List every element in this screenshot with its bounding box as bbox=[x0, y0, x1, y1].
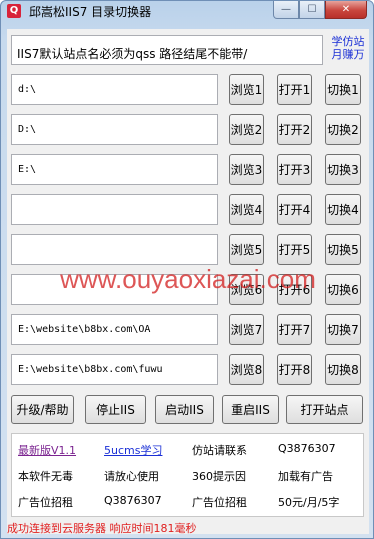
switch-button-7[interactable]: 切换7 bbox=[325, 314, 361, 345]
title-bar[interactable]: Q 邱嵩松IIS7 目录切换器 — ☐ ✕ bbox=[1, 1, 373, 21]
info-text: 50元/月/5字 bbox=[278, 496, 340, 509]
ucms-learn-link[interactable]: 5ucms学习 bbox=[104, 442, 162, 458]
stop-iis-button[interactable]: 停止IIS bbox=[85, 395, 146, 424]
app-window: Q 邱嵩松IIS7 目录切换器 — ☐ ✕ IIS7默认站点名必须为qss 路径… bbox=[0, 0, 374, 539]
browse-button-2[interactable]: 浏览2 bbox=[229, 114, 264, 145]
status-text: 成功连接到云服务器 响应时间181毫秒 bbox=[7, 522, 197, 535]
info-text: Q3876307 bbox=[104, 494, 162, 507]
info-text: Q3876307 bbox=[278, 442, 336, 455]
browse-button-1[interactable]: 浏览1 bbox=[229, 74, 264, 105]
switch-button-6[interactable]: 切换6 bbox=[325, 274, 361, 305]
info-panel: 最新版V1.1 5ucms学习 仿站请联系 Q3876307 本软件无毒 请放心… bbox=[11, 433, 364, 517]
info-text: 本软件无毒 bbox=[18, 470, 73, 483]
learn-link[interactable]: 学仿站月赚万 bbox=[328, 35, 368, 61]
info-text: 仿站请联系 bbox=[192, 444, 247, 457]
browse-button-6[interactable]: 浏览6 bbox=[229, 274, 264, 305]
latest-version-link[interactable]: 最新版V1.1 bbox=[18, 442, 76, 458]
info-text: 加载有广告 bbox=[278, 470, 333, 483]
info-text: 广告位招租 bbox=[18, 496, 73, 509]
switch-button-5[interactable]: 切换5 bbox=[325, 234, 361, 265]
path-input-5[interactable] bbox=[11, 234, 218, 265]
restart-iis-button[interactable]: 重启IIS bbox=[222, 395, 279, 424]
path-input-3[interactable]: E:\ bbox=[11, 154, 218, 185]
open-button-1[interactable]: 打开1 bbox=[277, 74, 312, 105]
browse-button-7[interactable]: 浏览7 bbox=[229, 314, 264, 345]
minimize-button[interactable]: — bbox=[273, 1, 299, 19]
switch-button-2[interactable]: 切换2 bbox=[325, 114, 361, 145]
switch-button-3[interactable]: 切换3 bbox=[325, 154, 361, 185]
path-input-1[interactable]: d:\ bbox=[11, 74, 218, 105]
browse-button-8[interactable]: 浏览8 bbox=[229, 354, 264, 385]
open-button-4[interactable]: 打开4 bbox=[277, 194, 312, 225]
path-input-7[interactable]: E:\website\b8bx.com\OA bbox=[11, 314, 218, 345]
browse-button-4[interactable]: 浏览4 bbox=[229, 194, 264, 225]
path-input-8[interactable]: E:\website\b8bx.com\fuwu bbox=[11, 354, 218, 385]
info-text: 360提示因 bbox=[192, 470, 246, 483]
open-button-5[interactable]: 打开5 bbox=[277, 234, 312, 265]
path-input-4[interactable] bbox=[11, 194, 218, 225]
switch-button-8[interactable]: 切换8 bbox=[325, 354, 361, 385]
browse-button-5[interactable]: 浏览5 bbox=[229, 234, 264, 265]
close-button[interactable]: ✕ bbox=[325, 1, 367, 19]
path-input-2[interactable]: D:\ bbox=[11, 114, 218, 145]
maximize-button[interactable]: ☐ bbox=[299, 1, 325, 19]
open-button-2[interactable]: 打开2 bbox=[277, 114, 312, 145]
open-button-3[interactable]: 打开3 bbox=[277, 154, 312, 185]
window-controls: — ☐ ✕ bbox=[273, 1, 367, 19]
notice-textbox[interactable]: IIS7默认站点名必须为qss 路径结尾不能带/ bbox=[11, 35, 323, 65]
browse-button-3[interactable]: 浏览3 bbox=[229, 154, 264, 185]
window-title: 邱嵩松IIS7 目录切换器 bbox=[29, 5, 152, 19]
path-input-6[interactable] bbox=[11, 274, 218, 305]
client-area: IIS7默认站点名必须为qss 路径结尾不能带/ 学仿站月赚万 d:\ 浏览1 … bbox=[7, 29, 369, 535]
info-text: 请放心使用 bbox=[104, 470, 159, 483]
start-iis-button[interactable]: 启动IIS bbox=[155, 395, 214, 424]
switch-button-1[interactable]: 切换1 bbox=[325, 74, 361, 105]
open-button-8[interactable]: 打开8 bbox=[277, 354, 312, 385]
open-site-button[interactable]: 打开站点 bbox=[286, 395, 363, 424]
upgrade-help-button[interactable]: 升级/帮助 bbox=[11, 395, 74, 424]
info-text: 广告位招租 bbox=[192, 496, 247, 509]
open-button-6[interactable]: 打开6 bbox=[277, 274, 312, 305]
open-button-7[interactable]: 打开7 bbox=[277, 314, 312, 345]
switch-button-4[interactable]: 切换4 bbox=[325, 194, 361, 225]
app-icon: Q bbox=[7, 4, 21, 18]
